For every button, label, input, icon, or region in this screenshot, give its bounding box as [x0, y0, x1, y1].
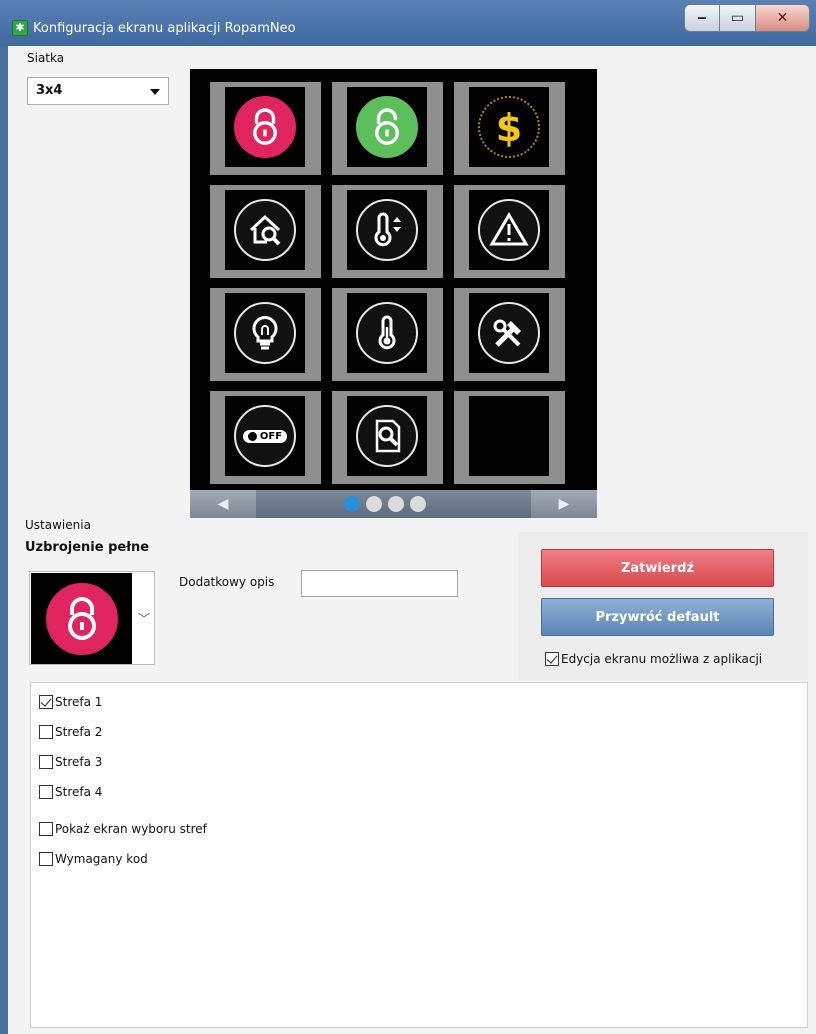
- minimize-button[interactable]: ‒: [684, 4, 720, 32]
- lock-closed-icon: [45, 582, 118, 655]
- zone-label: Strefa 1: [55, 695, 103, 709]
- description-label: Dodatkowy opis: [179, 575, 275, 589]
- preview-tile-screen: $: [469, 87, 549, 167]
- preview-tile-screen: OFF: [225, 396, 305, 476]
- grid-label: Siatka: [27, 51, 65, 65]
- zone-option[interactable]: Strefa 2: [39, 725, 102, 739]
- off-switch-label: OFF: [259, 430, 283, 442]
- svg-text:$: $: [496, 106, 522, 149]
- window-controls: ‒ ▭ ✕: [684, 4, 810, 32]
- preview-tile[interactable]: [454, 185, 565, 278]
- preview-tile[interactable]: [332, 391, 443, 484]
- preview-tile-screen: [347, 87, 427, 167]
- lock-closed-icon: [234, 96, 296, 158]
- preview-tile-screen: [347, 396, 427, 476]
- zone-option[interactable]: Strefa 1: [39, 695, 102, 709]
- house-search-icon: [234, 199, 296, 261]
- edit-allowed-checkbox[interactable]: [545, 652, 559, 666]
- preview-tile-screen: [225, 190, 305, 270]
- pager-prev-button[interactable]: ◀: [190, 490, 256, 518]
- preview-tile[interactable]: [210, 288, 321, 381]
- show-zone-screen-label: Pokaż ekran wyboru stref: [55, 822, 207, 836]
- pager-dot[interactable]: [388, 496, 404, 512]
- zones-panel: Strefa 1 Strefa 2 Strefa 3 Strefa 4 Poka…: [30, 682, 808, 1028]
- code-required-option[interactable]: Wymagany kod: [39, 852, 148, 866]
- close-button[interactable]: ✕: [756, 4, 810, 32]
- preview-tile[interactable]: [454, 288, 565, 381]
- preview-tile-screen: [225, 87, 305, 167]
- client-area: Siatka 3x4 $ OFF ◀ ▶ Ustawienia Uzbrojeni…: [8, 46, 816, 1034]
- window-title: Konfiguracja ekranu aplikacji RopamNeo: [33, 21, 296, 36]
- pager-dots: [344, 496, 426, 512]
- zone-label: Strefa 4: [55, 785, 103, 799]
- icon-picker[interactable]: ﹀: [29, 571, 155, 665]
- preview-tile[interactable]: [332, 185, 443, 278]
- code-required-checkbox[interactable]: [39, 852, 53, 866]
- preview-tile[interactable]: [210, 82, 321, 175]
- zone-checkbox[interactable]: [39, 785, 53, 799]
- preview-tile-screen: [225, 293, 305, 373]
- app-icon: ✱: [12, 20, 28, 36]
- chevron-down-icon: [150, 89, 160, 95]
- thermometer-updown-icon: [356, 199, 418, 261]
- preview-pager: ◀ ▶: [190, 490, 597, 518]
- dollar-icon: $: [478, 96, 540, 158]
- zone-checkbox[interactable]: [39, 695, 53, 709]
- preview-tile[interactable]: OFF: [210, 391, 321, 484]
- reset-default-button[interactable]: Przywróć default: [541, 598, 774, 636]
- edit-allowed-label: Edycja ekranu możliwa z aplikacji: [561, 652, 763, 666]
- warning-icon: [478, 199, 540, 261]
- preview-tile-screen: [347, 190, 427, 270]
- tools-icon: [478, 302, 540, 364]
- preview-tile[interactable]: [332, 288, 443, 381]
- preview-tile-screen: [347, 293, 427, 373]
- zone-option[interactable]: Strefa 3: [39, 755, 102, 769]
- pager-dot[interactable]: [410, 496, 426, 512]
- confirm-button[interactable]: Zatwierdź: [541, 549, 774, 587]
- selected-function-label: Uzbrojenie pełne: [25, 540, 150, 555]
- preview-tile-screen: [469, 396, 549, 476]
- pager-next-button[interactable]: ▶: [531, 490, 597, 518]
- preview-tile[interactable]: [454, 391, 565, 484]
- light-bulb-icon: [234, 302, 296, 364]
- off-switch-icon: OFF: [234, 405, 296, 467]
- grid-select[interactable]: 3x4: [27, 77, 169, 105]
- code-required-label: Wymagany kod: [55, 852, 148, 866]
- preview-tile[interactable]: $: [454, 82, 565, 175]
- show-zone-screen-option[interactable]: Pokaż ekran wyboru stref: [39, 822, 207, 836]
- preview-tile-screen: [469, 293, 549, 373]
- lock-open-icon: [356, 96, 418, 158]
- document-search-icon: [356, 405, 418, 467]
- zone-checkbox[interactable]: [39, 755, 53, 769]
- app-window: ✱ Konfiguracja ekranu aplikacji RopamNeo…: [0, 0, 816, 1034]
- title-bar[interactable]: ✱ Konfiguracja ekranu aplikacji RopamNeo…: [0, 0, 816, 46]
- thermometer-icon: [356, 302, 418, 364]
- zone-label: Strefa 2: [55, 725, 103, 739]
- description-input[interactable]: [301, 570, 458, 597]
- zone-label: Strefa 3: [55, 755, 103, 769]
- preview-tile[interactable]: [210, 185, 321, 278]
- chevron-down-icon: ﹀: [138, 612, 151, 626]
- pager-dot[interactable]: [344, 496, 360, 512]
- preview-tile-screen: [469, 190, 549, 270]
- grid-select-value: 3x4: [36, 83, 63, 98]
- show-zone-screen-checkbox[interactable]: [39, 822, 53, 836]
- maximize-button[interactable]: ▭: [720, 4, 756, 32]
- zone-checkbox[interactable]: [39, 725, 53, 739]
- preview-tile[interactable]: [332, 82, 443, 175]
- screen-preview: $ OFF: [190, 69, 597, 518]
- edit-allowed-option[interactable]: Edycja ekranu możliwa z aplikacji: [545, 652, 762, 666]
- pager-dot[interactable]: [366, 496, 382, 512]
- icon-picker-preview: [31, 573, 132, 664]
- zone-option[interactable]: Strefa 4: [39, 785, 102, 799]
- settings-section-label: Ustawienia: [25, 518, 91, 532]
